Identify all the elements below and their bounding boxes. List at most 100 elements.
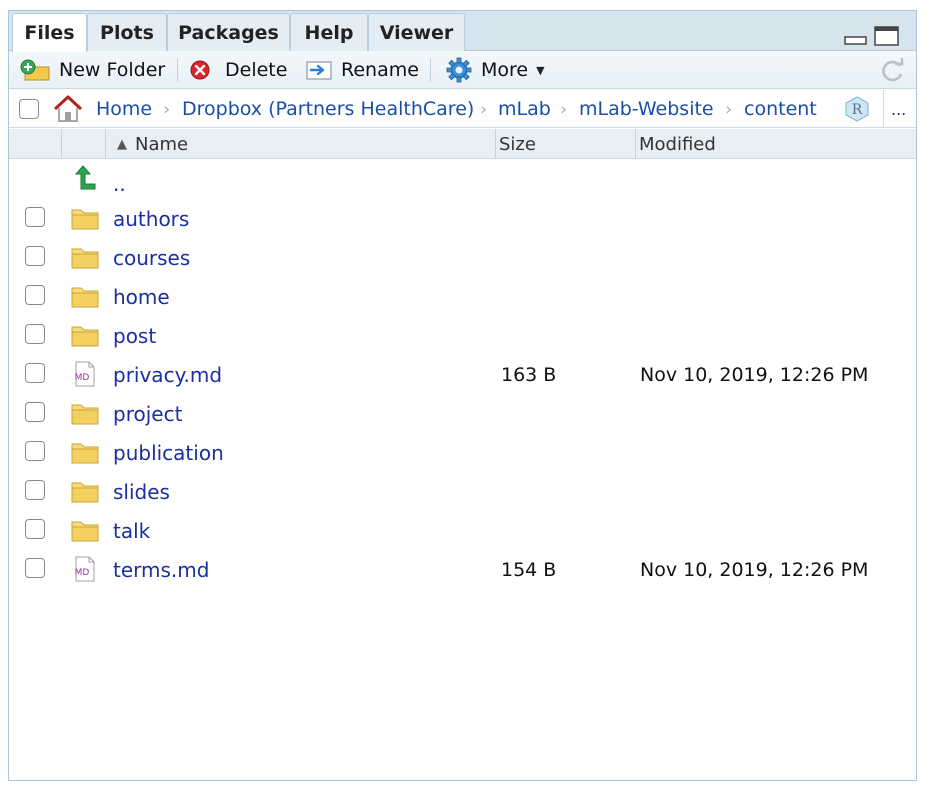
gear-icon — [446, 57, 472, 83]
row-checkbox[interactable] — [25, 441, 45, 461]
file-name-link[interactable]: publication — [113, 433, 224, 472]
column-divider — [105, 129, 106, 159]
table-row[interactable]: publication — [9, 433, 916, 472]
rename-label: Rename — [341, 59, 419, 81]
rename-button[interactable]: Rename — [305, 51, 419, 89]
file-name-link[interactable]: project — [113, 394, 182, 433]
row-checkbox[interactable] — [25, 558, 45, 578]
delete-button[interactable]: Delete — [189, 51, 287, 89]
table-row[interactable]: MD terms.md 154 B Nov 10, 2019, 12:26 PM — [9, 550, 916, 589]
table-row[interactable]: authors — [9, 199, 916, 238]
new-folder-label: New Folder — [59, 59, 166, 81]
delete-icon — [190, 60, 210, 80]
new-folder-icon — [20, 59, 50, 81]
home-icon[interactable] — [52, 94, 84, 124]
new-folder-button[interactable]: New Folder — [19, 51, 165, 89]
table-row[interactable]: post — [9, 316, 916, 355]
chevron-right-icon: › — [560, 98, 568, 120]
sort-ascending-icon: ▲ — [117, 136, 127, 152]
row-checkbox[interactable] — [25, 519, 45, 539]
svg-text:R: R — [852, 102, 863, 118]
file-name-link[interactable]: terms.md — [113, 550, 209, 589]
size-column-header[interactable]: Size — [499, 129, 536, 159]
row-checkbox[interactable] — [25, 480, 45, 500]
folder-icon — [71, 209, 99, 230]
svg-text:MD: MD — [75, 568, 90, 578]
breadcrumb-dropbox[interactable]: Dropbox (Partners HealthCare) — [182, 90, 474, 128]
parent-directory-row[interactable]: .. — [9, 163, 916, 199]
breadcrumb-home[interactable]: Home — [96, 90, 152, 128]
toolbar-divider — [177, 58, 178, 82]
toolbar-divider — [430, 58, 431, 82]
table-row[interactable]: talk — [9, 511, 916, 550]
tab-plots[interactable]: Plots — [87, 13, 167, 51]
parent-directory-label: .. — [113, 172, 126, 196]
select-all-checkbox[interactable] — [19, 99, 39, 119]
file-modified: Nov 10, 2019, 12:26 PM — [640, 363, 869, 386]
chevron-down-icon: ▼ — [536, 63, 545, 77]
file-name-link[interactable]: privacy.md — [113, 355, 222, 394]
row-checkbox[interactable] — [25, 324, 45, 344]
file-name-link[interactable]: home — [113, 277, 170, 316]
file-name-link[interactable]: post — [113, 316, 156, 355]
minimize-icon[interactable] — [843, 25, 869, 47]
breadcrumb-mlab[interactable]: mLab — [498, 90, 551, 128]
folder-icon — [71, 443, 99, 464]
table-row[interactable]: courses — [9, 238, 916, 277]
file-size: 154 B — [501, 558, 557, 581]
row-checkbox[interactable] — [25, 207, 45, 227]
files-pane: Files Plots Packages Help Viewer New Fol… — [8, 10, 917, 781]
row-checkbox[interactable] — [25, 285, 45, 305]
file-name-link[interactable]: talk — [113, 511, 150, 550]
row-checkbox[interactable] — [25, 402, 45, 422]
column-divider — [495, 129, 496, 159]
tab-viewer[interactable]: Viewer — [368, 13, 465, 51]
folder-icon — [71, 326, 99, 347]
folder-icon — [71, 404, 99, 425]
folder-icon — [71, 287, 99, 308]
folder-icon — [71, 248, 99, 269]
maximize-icon[interactable] — [873, 25, 901, 47]
modified-column-label: Modified — [639, 133, 716, 155]
file-name-link[interactable]: courses — [113, 238, 190, 277]
table-row[interactable]: slides — [9, 472, 916, 511]
breadcrumb-content[interactable]: content — [744, 90, 817, 128]
more-button[interactable]: More ▼ — [445, 51, 545, 89]
parent-directory-icon — [74, 165, 96, 190]
table-row[interactable]: home — [9, 277, 916, 316]
chevron-right-icon: › — [163, 98, 171, 120]
folder-icon — [71, 521, 99, 542]
breadcrumb-mlab-website[interactable]: mLab-Website — [579, 90, 714, 128]
delete-label: Delete — [225, 59, 288, 81]
chevron-right-icon: › — [725, 98, 733, 120]
chevron-right-icon: › — [480, 98, 488, 120]
tab-files[interactable]: Files — [12, 13, 87, 52]
toolbar: New Folder Delete Rename More ▼ — [9, 51, 916, 89]
size-column-label: Size — [499, 133, 536, 155]
file-name-link[interactable]: slides — [113, 472, 170, 511]
refresh-icon[interactable] — [879, 57, 907, 85]
breadcrumb-overflow-button[interactable]: ... — [891, 90, 906, 128]
file-name-link[interactable]: authors — [113, 199, 189, 238]
modified-column-header[interactable]: Modified — [639, 129, 716, 159]
file-modified: Nov 10, 2019, 12:26 PM — [640, 558, 869, 581]
file-size: 163 B — [501, 363, 557, 386]
row-checkbox[interactable] — [25, 363, 45, 383]
column-header: ▲ Name Size Modified — [9, 129, 916, 159]
rename-icon — [306, 61, 332, 80]
r-project-icon[interactable]: R — [843, 95, 871, 123]
breadcrumb-divider — [883, 90, 884, 128]
tab-packages[interactable]: Packages — [167, 13, 290, 51]
markdown-file-icon: MD — [75, 556, 95, 582]
svg-text:MD: MD — [75, 373, 90, 383]
tab-help[interactable]: Help — [290, 13, 368, 51]
row-checkbox[interactable] — [25, 246, 45, 266]
table-row[interactable]: project — [9, 394, 916, 433]
folder-icon — [71, 482, 99, 503]
column-divider — [61, 129, 62, 159]
name-column-label: Name — [135, 133, 189, 155]
markdown-file-icon: MD — [75, 361, 95, 387]
table-row[interactable]: MD privacy.md 163 B Nov 10, 2019, 12:26 … — [9, 355, 916, 394]
tab-strip: Files Plots Packages Help Viewer — [9, 11, 916, 52]
name-column-header[interactable]: ▲ Name — [117, 129, 188, 159]
